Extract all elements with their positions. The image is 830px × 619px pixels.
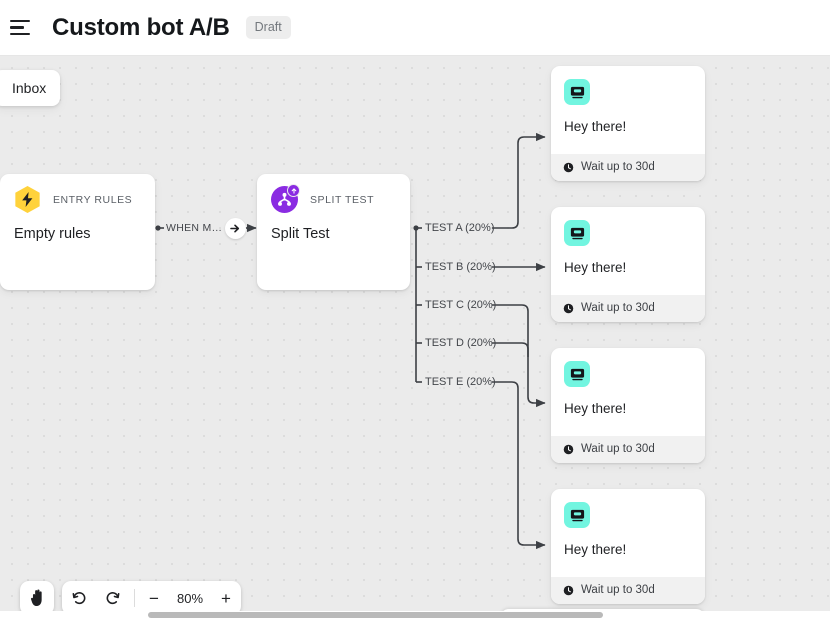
edge-label-when: WHEN M…	[166, 222, 223, 234]
clock-icon	[563, 162, 574, 172]
chat-message-icon	[564, 79, 590, 105]
node-message-1[interactable]: Hey there! Wait up to 30d	[551, 66, 705, 181]
hamburger-icon[interactable]	[10, 17, 32, 39]
monitor-glyph	[570, 86, 584, 98]
zoom-in-button[interactable]: +	[211, 581, 241, 615]
message-wait-label: Wait up to 30d	[581, 443, 655, 455]
chat-message-icon	[564, 220, 590, 246]
flow-edges	[155, 132, 546, 550]
undo-glyph	[72, 592, 86, 605]
node-message-3[interactable]: Hey there! Wait up to 30d	[551, 348, 705, 463]
lightning-bolt-icon	[14, 186, 41, 213]
chat-message-icon	[564, 361, 590, 387]
hamburger-line	[10, 26, 24, 29]
edge-label-test-b: TEST B (20%)	[425, 261, 496, 273]
node-split-test[interactable]: SPLIT TEST Split Test	[257, 174, 410, 290]
message-wait-label: Wait up to 30d	[581, 584, 655, 596]
node-split-test-title: Split Test	[271, 226, 330, 242]
edge-arrow-chip[interactable]	[225, 218, 246, 239]
redo-icon[interactable]	[96, 581, 130, 615]
message-wait-label: Wait up to 30d	[581, 302, 655, 314]
edge-label-test-a: TEST A (20%)	[425, 222, 495, 234]
bot-builder-app: Custom bot A/B Draft Inbox WHEN M… TEST …	[0, 0, 830, 619]
edge-label-test-d: TEST D (20%)	[425, 337, 497, 349]
node-split-test-kind: SPLIT TEST	[310, 193, 375, 206]
message-text: Hey there!	[564, 401, 627, 416]
horizontal-scrollbar[interactable]	[0, 611, 830, 619]
edge-test-e	[492, 381, 546, 550]
message-wait-footer[interactable]: Wait up to 30d	[551, 154, 705, 181]
edge-split-trunk	[413, 225, 422, 383]
message-text: Hey there!	[564, 119, 627, 134]
flow-canvas[interactable]: Inbox WHEN M… TEST A (20%) TEST B (20%) …	[0, 57, 830, 619]
node-entry-rules[interactable]: ENTRY RULES Empty rules	[0, 174, 155, 290]
hexagon-shape	[15, 186, 40, 213]
split-test-badge	[287, 184, 300, 197]
arrow-right-icon	[230, 224, 240, 233]
inbox-tab[interactable]: Inbox	[0, 70, 61, 106]
page-title: Custom bot A/B	[52, 13, 230, 41]
clock-icon	[563, 444, 574, 454]
edge-test-a	[492, 132, 546, 229]
chat-message-icon	[564, 502, 590, 528]
message-text: Hey there!	[564, 542, 627, 557]
clock-icon	[563, 585, 574, 595]
node-entry-rules-title: Empty rules	[14, 226, 91, 242]
node-split-test-header: SPLIT TEST	[257, 174, 410, 213]
message-text: Hey there!	[564, 260, 627, 275]
message-wait-label: Wait up to 30d	[581, 161, 655, 173]
zoom-out-button[interactable]: −	[139, 581, 169, 615]
node-message-2[interactable]: Hey there! Wait up to 30d	[551, 207, 705, 322]
hand-icon[interactable]	[20, 581, 54, 615]
edge-test-d	[492, 342, 529, 357]
bolt-glyph	[22, 192, 33, 207]
status-badge: Draft	[245, 16, 291, 39]
toolbar-divider	[134, 589, 135, 607]
undo-icon[interactable]	[62, 581, 96, 615]
node-entry-rules-kind: ENTRY RULES	[53, 193, 133, 206]
monitor-glyph	[570, 227, 584, 239]
horizontal-scrollbar-thumb[interactable]	[148, 612, 603, 618]
arrow-up-icon	[291, 187, 296, 194]
node-message-4[interactable]: Hey there! Wait up to 30d	[551, 489, 705, 604]
pan-tool-pill[interactable]	[20, 581, 54, 615]
monitor-glyph	[570, 509, 584, 521]
app-header: Custom bot A/B Draft	[0, 0, 830, 56]
hamburger-line	[10, 32, 30, 36]
zoom-tool-pill: − 80% +	[62, 581, 241, 615]
edge-label-test-c: TEST C (20%)	[425, 299, 497, 311]
monitor-glyph	[570, 368, 584, 380]
clock-icon	[563, 303, 574, 313]
message-wait-footer[interactable]: Wait up to 30d	[551, 295, 705, 322]
edge-label-test-e: TEST E (20%)	[425, 376, 496, 388]
split-branch-icon	[271, 184, 300, 213]
hand-glyph	[30, 589, 42, 607]
message-wait-footer[interactable]: Wait up to 30d	[551, 436, 705, 463]
zoom-level-label[interactable]: 80%	[169, 591, 211, 606]
node-entry-rules-header: ENTRY RULES	[0, 174, 155, 213]
message-wait-footer[interactable]: Wait up to 30d	[551, 577, 705, 604]
canvas-toolbar: − 80% +	[20, 581, 241, 615]
hamburger-line	[10, 19, 30, 23]
redo-glyph	[106, 592, 120, 605]
